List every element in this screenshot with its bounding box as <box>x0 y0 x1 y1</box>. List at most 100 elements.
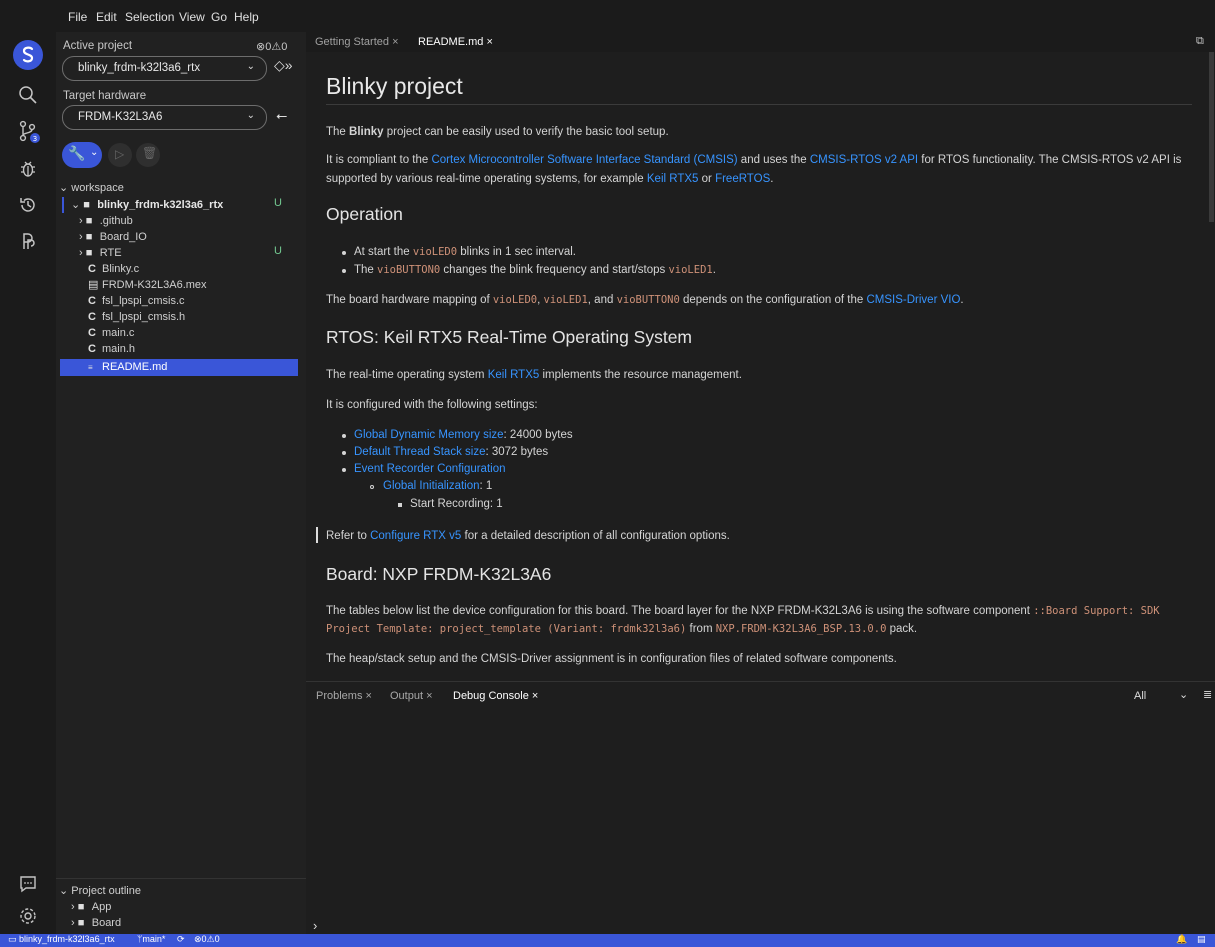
paragraph-compliance-2: supported by various real-time operating… <box>326 173 774 185</box>
link-global-init[interactable]: Global Initialization <box>383 480 480 492</box>
active-project-select[interactable]: blinky_frdm-k32l3a6_rtx ⌄ <box>62 56 267 81</box>
link-configure-rtx[interactable]: Configure RTX v5 <box>370 530 461 542</box>
status-branch[interactable]: ᛘmain* <box>137 934 165 944</box>
tree-item-lpspi-h[interactable]: Cfsl_lpspi_cmsis.h <box>88 309 185 325</box>
tree-item-main-h[interactable]: Cmain.h <box>88 341 135 357</box>
tree-item-label: Board_IO <box>99 231 147 243</box>
link-cmsis-rtos[interactable]: CMSIS-RTOS v2 API <box>810 154 918 166</box>
warning-count: 0 <box>281 41 288 53</box>
menu-view[interactable]: View <box>179 10 205 24</box>
open-preview-icon[interactable]: ⧉ <box>1196 35 1204 48</box>
tree-item-label: fsl_lpspi_cmsis.c <box>102 295 185 307</box>
paragraph-rtos: The real-time operating system Keil RTX5… <box>326 369 742 381</box>
filter-select[interactable]: All ⌄ <box>1122 687 1202 705</box>
close-icon[interactable]: × <box>532 690 538 702</box>
tree-item-board-io[interactable]: › ■ Board_IO <box>79 229 147 245</box>
tree-item-github[interactable]: › ■ .github <box>79 213 133 229</box>
source-control-icon[interactable]: 3 <box>10 115 46 147</box>
tree-item-label: .github <box>99 215 133 227</box>
usb-icon[interactable]: ⭠ <box>276 107 287 124</box>
menu-selection[interactable]: Selection <box>125 10 174 24</box>
outline-item-app[interactable]: › ■ App <box>71 899 111 915</box>
chevron-right-icon: › <box>71 917 75 929</box>
build-button[interactable]: 🔧 ⌄ <box>62 142 102 168</box>
tree-item-mex[interactable]: ▤ FRDM-K32L3A6.mex <box>88 277 207 293</box>
editor-scrollbar[interactable] <box>1209 52 1214 222</box>
close-icon[interactable]: × <box>366 690 372 702</box>
active-project-value: blinky_frdm-k32l3a6_rtx <box>78 62 201 74</box>
console-prompt[interactable]: › <box>313 918 317 933</box>
clear-console-icon[interactable]: ≣ <box>1203 688 1212 701</box>
problem-counts[interactable]: ⊗0⚠0 <box>256 40 287 53</box>
close-icon[interactable]: × <box>392 36 398 48</box>
menu-go[interactable]: Go <box>211 10 227 24</box>
link-cmsis[interactable]: Cortex Microcontroller Software Interfac… <box>431 154 737 166</box>
tree-item-readme[interactable]: ≡ README.md <box>60 359 298 376</box>
clean-button[interactable]: 🗑 <box>136 143 160 167</box>
link-dynamic-memory[interactable]: Global Dynamic Memory size <box>354 429 504 441</box>
folder-icon: ■ <box>83 199 90 211</box>
target-hardware-select[interactable]: FRDM-K32L3A6 ⌄ <box>62 105 267 130</box>
editor-tabs: Getting Started × README.md × ⧉ <box>306 32 1215 52</box>
chevron-down-icon: ⌄ <box>71 199 81 211</box>
tree-item-label: blinky_frdm-k32l3a6_rtx <box>97 199 224 211</box>
tree-item-label: fsl_lpspi_cmsis.h <box>102 311 186 323</box>
close-icon[interactable]: × <box>426 690 432 702</box>
settings-icon[interactable] <box>10 900 46 932</box>
error-icon: ⊗ <box>256 41 266 53</box>
link-freertos[interactable]: FreeRTOS <box>715 173 770 185</box>
status-error-count: 0 <box>201 934 207 944</box>
status-folder-label: blinky_frdm-k32l3a6_rtx <box>19 934 115 944</box>
bottom-panel: Problems × Output × Debug Console × All … <box>306 681 1215 934</box>
menu-edit[interactable]: Edit <box>96 10 117 24</box>
link-event-recorder[interactable]: Event Recorder Configuration <box>354 463 506 475</box>
layout-icon[interactable]: ▤ <box>1197 934 1206 945</box>
debug-icon[interactable] <box>10 153 46 185</box>
status-folder[interactable]: ▭ blinky_frdm-k32l3a6_rtx <box>8 934 115 945</box>
chevron-down-icon: ⌄ <box>246 110 255 121</box>
select-context-icon[interactable]: ◇» <box>274 57 293 74</box>
tab-debug-console[interactable]: Debug Console × <box>453 690 538 702</box>
outline-item-label: App <box>91 901 112 913</box>
folder-icon: ■ <box>85 215 93 227</box>
markdown-preview: Blinky project The Blinky project can be… <box>306 52 1215 681</box>
chevron-right-icon: › <box>79 247 83 259</box>
bell-icon[interactable]: 🔔 <box>1176 934 1187 945</box>
chevron-down-icon: ⌄ <box>59 182 69 194</box>
run-button[interactable]: ▷ <box>108 143 132 167</box>
extensions-icon[interactable] <box>10 225 46 257</box>
sync-icon[interactable]: ⟳ <box>177 934 185 945</box>
tree-item-label: Blinky.c <box>102 263 140 275</box>
tree-item-rte[interactable]: › ■ RTE <box>79 245 122 261</box>
tab-getting-started[interactable]: Getting Started × <box>315 36 399 48</box>
tree-item-root[interactable]: ⌄ ■ blinky_frdm-k32l3a6_rtx <box>71 197 223 213</box>
workspace-section[interactable]: ⌄ workspace <box>59 180 124 196</box>
csolution-icon[interactable] <box>10 39 46 71</box>
target-hardware-label: Target hardware <box>63 90 147 102</box>
tree-item-blinky-c[interactable]: C Blinky.c <box>88 261 139 277</box>
chat-icon[interactable] <box>10 868 46 900</box>
close-icon[interactable]: × <box>486 36 492 48</box>
link-keil-rtx5[interactable]: Keil RTX5 <box>647 173 699 185</box>
tab-problems[interactable]: Problems × <box>316 690 372 702</box>
menu-help[interactable]: Help <box>234 10 259 24</box>
link-keil-rtx5-2[interactable]: Keil RTX5 <box>488 369 540 381</box>
project-outline-section[interactable]: ⌄ Project outline <box>59 883 141 899</box>
tab-label: README.md <box>418 36 484 48</box>
tree-item-main-c[interactable]: Cmain.c <box>88 325 134 341</box>
link-cmsis-driver-vio[interactable]: CMSIS-Driver VIO <box>866 294 960 306</box>
tree-item-lpspi-c[interactable]: Cfsl_lpspi_cmsis.c <box>88 293 185 309</box>
outline-item-board[interactable]: › ■ Board <box>71 915 121 931</box>
link-thread-stack[interactable]: Default Thread Stack size <box>354 446 485 458</box>
tab-output[interactable]: Output × <box>390 690 433 702</box>
history-icon[interactable] <box>10 189 46 221</box>
bullet <box>342 468 346 472</box>
scm-badge: 3 <box>33 135 37 143</box>
search-icon[interactable] <box>10 79 46 111</box>
tab-readme[interactable]: README.md × <box>418 36 493 48</box>
paragraph-heap: The heap/stack setup and the CMSIS-Drive… <box>326 653 897 665</box>
paragraph-board-1: The tables below list the device configu… <box>326 605 1160 617</box>
status-bar: ▭ blinky_frdm-k32l3a6_rtx ᛘmain* ⟳ ⊗0⚠0 … <box>0 934 1215 947</box>
menu-file[interactable]: File <box>68 10 87 24</box>
status-problems[interactable]: ⊗0⚠0 <box>194 934 220 945</box>
